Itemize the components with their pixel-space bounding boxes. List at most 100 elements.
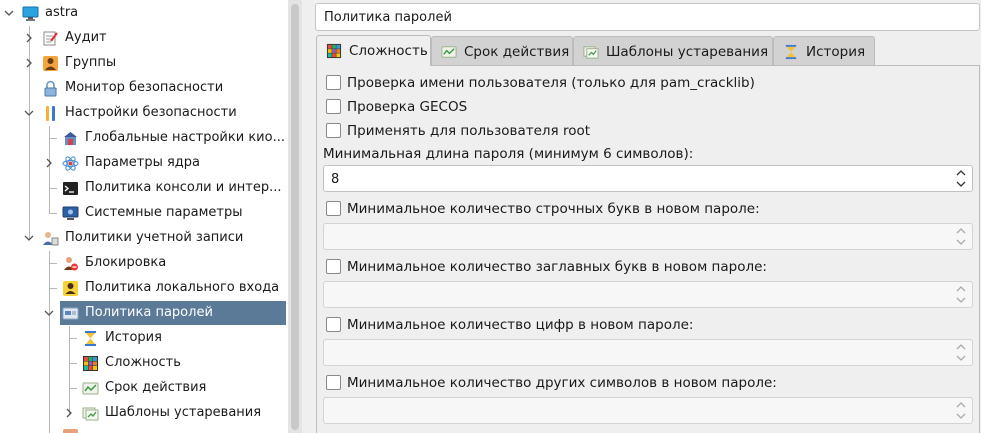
tree-item-astra[interactable]: astra (0, 1, 288, 26)
min-other-checkbox[interactable] (326, 375, 341, 390)
spin-up-icon[interactable] (956, 285, 966, 293)
tab-label: Срок действия (464, 44, 570, 60)
tree-item-label: История (105, 330, 162, 345)
tree-item-label: Группы (65, 55, 117, 70)
tree-item-label: Монитор безопасности (65, 80, 224, 95)
tree-item-label: Политика паролей (85, 305, 213, 320)
spin-down-icon[interactable] (956, 412, 966, 420)
tree-item-kernel-params[interactable]: Параметры ядра (0, 151, 288, 176)
terminal-icon (63, 182, 78, 195)
tree-item-label: Настройки безопасности (65, 105, 237, 120)
chevron-right-icon[interactable] (44, 158, 54, 168)
check-gecos-label: Проверка GECOS (347, 99, 468, 115)
login-icon (63, 281, 78, 296)
min-upper-spinbox[interactable] (323, 281, 973, 308)
tree-item-console-policy[interactable]: Политика консоли и интер... (0, 176, 288, 201)
tree-item-label: Политика консоли и интер... (85, 180, 282, 195)
expiry-icon (441, 46, 457, 58)
chevron-down-icon[interactable] (44, 308, 54, 318)
tree-item-system-params[interactable]: Системные параметры (0, 201, 288, 226)
min-lower-checkbox[interactable] (326, 201, 341, 216)
tab-history[interactable]: История (773, 36, 875, 66)
kiosk-icon (64, 132, 77, 145)
templates-icon (583, 46, 599, 59)
spin-up-icon[interactable] (956, 169, 966, 177)
tree-item-complexity[interactable]: Сложность (0, 351, 288, 376)
tree-item-kiosk-settings[interactable]: Глобальные настройки кио... (0, 126, 288, 151)
atom-icon (62, 156, 79, 171)
spin-down-icon[interactable] (956, 296, 966, 304)
min-upper-checkbox[interactable] (326, 259, 341, 274)
chevron-down-icon[interactable] (24, 108, 34, 118)
tab-expiry[interactable]: Срок действия (431, 36, 573, 66)
tree-item-label: Шаблоны устаревания (105, 405, 262, 420)
min-length-spinbox[interactable]: 8 (323, 165, 973, 192)
tree-item-history[interactable]: История (0, 326, 288, 351)
tree-item-label: Параметры ядра (85, 155, 201, 170)
tree-item-security-monitor[interactable]: Монитор безопасности (0, 76, 288, 101)
spin-down-icon[interactable] (956, 238, 966, 246)
tree-item-label: Глобальные настройки кио... (85, 130, 285, 145)
apply-root-checkbox[interactable] (326, 123, 341, 138)
min-digits-checkbox[interactable] (326, 317, 341, 332)
tree-item-lockout[interactable]: Блокировка (0, 251, 288, 276)
panel-splitter[interactable] (302, 0, 312, 433)
spin-down-icon[interactable] (956, 180, 966, 188)
tree-item-aging-templates[interactable]: Шаблоны устаревания (0, 401, 288, 426)
hourglass-icon (785, 44, 797, 60)
spin-up-icon[interactable] (956, 227, 966, 235)
tree-item-account-policies[interactable]: Политики учетной записи (0, 226, 288, 251)
tab-bar: Сложность Срок действия Шаблоны устарева… (316, 35, 876, 66)
tree-item-password-policy[interactable]: Политика паролей (0, 300, 288, 325)
min-other-spinbox[interactable] (323, 397, 973, 424)
tab-label: Шаблоны устаревания (606, 44, 769, 60)
chevron-down-icon[interactable] (24, 233, 34, 243)
tree-item-expiry[interactable]: Срок действия (0, 376, 288, 401)
min-digits-label: Минимальное количество цифр в новом паро… (347, 317, 694, 333)
monitor-settings-icon (62, 206, 79, 220)
tree-item-label: astra (45, 5, 79, 20)
tree-item-label: Системные параметры (85, 205, 243, 220)
tab-complexity[interactable]: Сложность (316, 35, 431, 66)
spin-up-icon[interactable] (956, 401, 966, 409)
password-policy-icon (62, 307, 79, 320)
min-length-label: Минимальная длина пароля (минимум 6 симв… (323, 146, 694, 162)
tree-item-label: Политики учетной записи (65, 230, 244, 245)
min-lower-label: Минимальное количество строчных букв в н… (347, 201, 760, 217)
tree-scrollbar[interactable] (288, 0, 302, 433)
min-lower-spinbox[interactable] (323, 223, 973, 250)
expiry-icon (82, 382, 99, 395)
partial-item-icon (63, 429, 78, 433)
complexity-panel: Проверка имени пользователя (только для … (316, 65, 980, 433)
tree-item-label: Политика локального входа (85, 280, 280, 295)
account-icon (43, 232, 59, 246)
chevron-right-icon[interactable] (64, 408, 74, 418)
chevron-down-icon[interactable] (4, 8, 14, 18)
tree-item-security-settings[interactable]: Настройки безопасности (0, 101, 288, 126)
tree-scrollbar-thumb[interactable] (291, 4, 299, 430)
tree-item-groups[interactable]: Группы (0, 51, 288, 76)
tree-item-audit[interactable]: Аудит (0, 26, 288, 51)
user-blocked-icon (64, 257, 78, 271)
tree-item-local-login[interactable]: Политика локального входа (0, 276, 288, 301)
check-gecos-checkbox[interactable] (326, 99, 341, 114)
spin-down-icon[interactable] (956, 354, 966, 362)
tab-label: История (806, 44, 866, 60)
tab-aging-templates[interactable]: Шаблоны устаревания (573, 36, 773, 66)
chevron-right-icon[interactable] (24, 33, 34, 43)
min-upper-label: Минимальное количество заглавных букв в … (347, 259, 767, 275)
section-title-box: Политика паролей (315, 3, 980, 31)
navigation-tree[interactable]: astra Аудит Группы Монитор безопасности … (0, 0, 288, 433)
complexity-grid-icon (83, 356, 98, 371)
tree-item-label: Сложность (105, 355, 181, 370)
min-other-label: Минимальное количество других символов в… (347, 375, 777, 391)
lock-icon (44, 80, 57, 97)
spin-up-icon[interactable] (956, 343, 966, 351)
min-digits-spinbox[interactable] (323, 339, 973, 366)
computer-icon (22, 6, 39, 21)
check-username-checkbox[interactable] (326, 75, 341, 90)
tools-icon (46, 106, 55, 121)
hourglass-icon (85, 331, 96, 346)
tree-item-label: Срок действия (105, 380, 207, 395)
chevron-right-icon[interactable] (24, 58, 34, 68)
